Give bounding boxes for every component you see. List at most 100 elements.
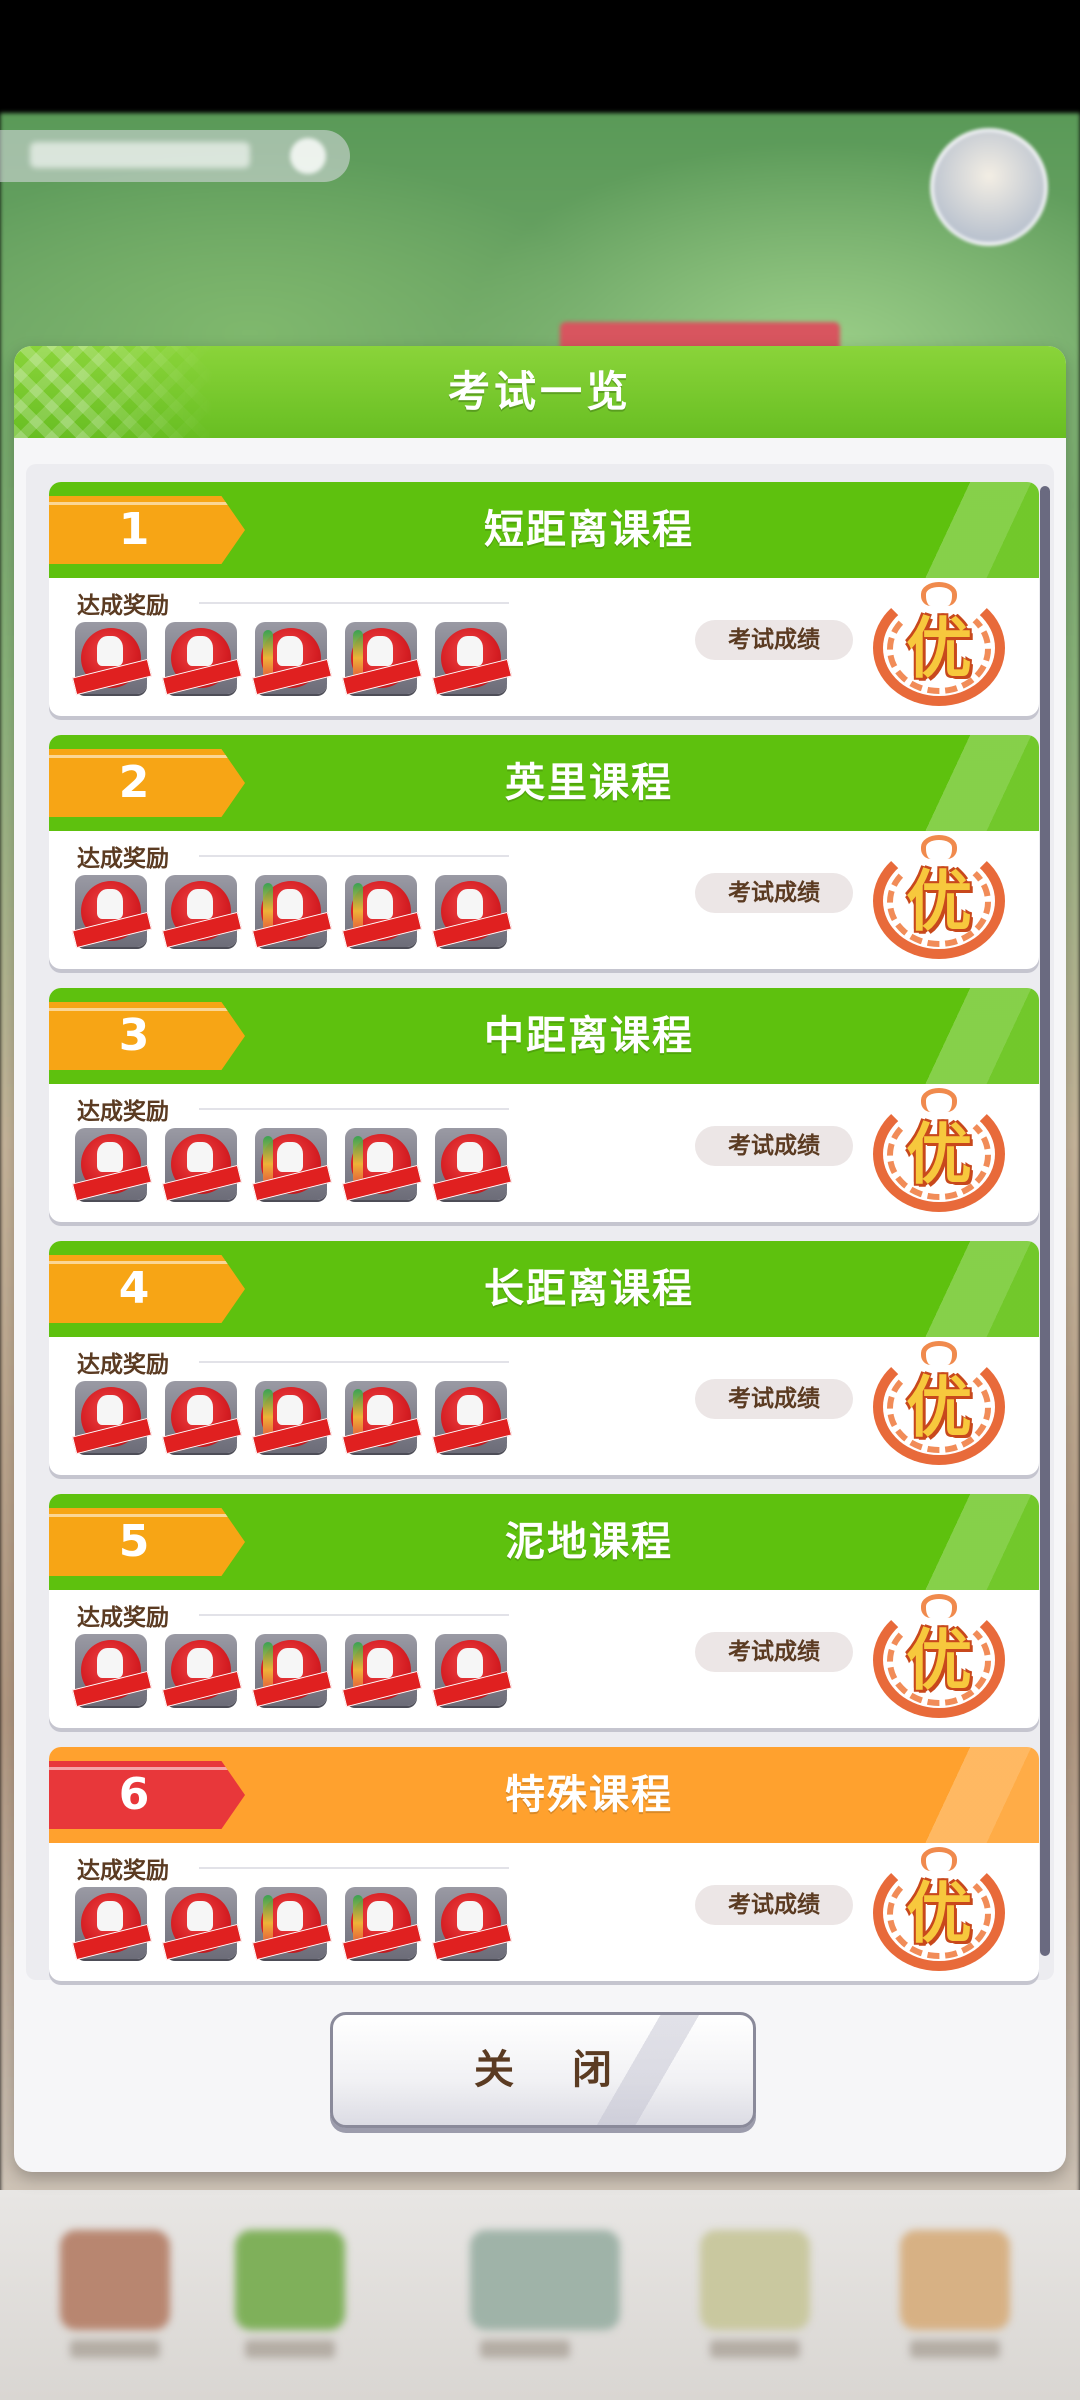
close-button[interactable]: 关 闭 xyxy=(330,2012,756,2128)
completed-shoe-badge-icon[interactable] xyxy=(431,1887,513,1961)
nav-item-2 xyxy=(225,2230,355,2370)
completed-shoe-badge-icon[interactable] xyxy=(71,1887,153,1961)
exam-list-dialog: 考试一览 1 短距离课程 达成奖励 考试成绩 优 2 英里课程 达成奖励 考试成… xyxy=(14,346,1066,2172)
completed-shoe-badge-icon[interactable] xyxy=(341,1887,423,1961)
course-card-2[interactable]: 2 英里课程 达成奖励 考试成绩 优 xyxy=(49,735,1039,969)
reward-label: 达成奖励 xyxy=(77,593,169,619)
reward-label: 达成奖励 xyxy=(77,1352,169,1378)
course-number: 2 xyxy=(118,757,150,808)
course-card-1[interactable]: 1 短距离课程 达成奖励 考试成绩 优 xyxy=(49,482,1039,716)
completed-shoe-badge-icon[interactable] xyxy=(71,622,153,696)
completed-shoe-badge-icon[interactable] xyxy=(341,1128,423,1202)
completed-shoe-badge-icon[interactable] xyxy=(431,1381,513,1455)
course-name: 泥地课程 xyxy=(505,1519,673,1565)
completed-shoe-badge-icon[interactable] xyxy=(161,1887,243,1961)
grade-mark: 优 xyxy=(906,1622,972,1699)
reward-row xyxy=(71,1128,515,1202)
completed-shoe-badge-icon[interactable] xyxy=(161,622,243,696)
completed-shoe-badge-icon[interactable] xyxy=(251,1887,333,1961)
nav-item-3 xyxy=(460,2230,620,2370)
avatar xyxy=(930,128,1048,246)
reward-label: 达成奖励 xyxy=(77,846,169,872)
completed-shoe-badge-icon[interactable] xyxy=(251,1634,333,1708)
nav-item-4 xyxy=(690,2230,820,2370)
completed-shoe-badge-icon[interactable] xyxy=(341,1381,423,1455)
completed-shoe-badge-icon[interactable] xyxy=(161,875,243,949)
reward-row xyxy=(71,622,515,696)
reward-divider xyxy=(199,1361,509,1363)
course-number: 5 xyxy=(118,1516,150,1567)
exam-score-label: 考试成绩 xyxy=(695,1632,853,1672)
exam-score-label: 考试成绩 xyxy=(695,873,853,913)
completed-shoe-badge-icon[interactable] xyxy=(71,1634,153,1708)
grade-mark: 优 xyxy=(906,1116,972,1193)
reward-label: 达成奖励 xyxy=(77,1605,169,1631)
grade-badge: 优 xyxy=(869,1341,1009,1465)
course-number: 6 xyxy=(118,1769,150,1820)
course-card-5[interactable]: 5 泥地课程 达成奖励 考试成绩 优 xyxy=(49,1494,1039,1728)
grade-badge: 优 xyxy=(869,1594,1009,1718)
completed-shoe-badge-icon[interactable] xyxy=(431,875,513,949)
list-scrollbar[interactable] xyxy=(1040,486,1050,1956)
course-name: 短距离课程 xyxy=(484,507,694,553)
course-name: 特殊课程 xyxy=(505,1772,673,1818)
completed-shoe-badge-icon[interactable] xyxy=(251,1128,333,1202)
chip-info-icon xyxy=(290,138,326,174)
exam-score-label: 考试成绩 xyxy=(695,1379,853,1419)
grade-badge: 优 xyxy=(869,835,1009,959)
completed-shoe-badge-icon[interactable] xyxy=(71,875,153,949)
completed-shoe-badge-icon[interactable] xyxy=(161,1381,243,1455)
completed-shoe-badge-icon[interactable] xyxy=(341,875,423,949)
completed-shoe-badge-icon[interactable] xyxy=(431,1634,513,1708)
grade-mark: 优 xyxy=(906,610,972,687)
grade-mark: 优 xyxy=(906,863,972,940)
grade-badge: 优 xyxy=(869,582,1009,706)
course-name: 英里课程 xyxy=(505,760,673,806)
exam-score-label: 考试成绩 xyxy=(695,1885,853,1925)
close-button-label: 关 闭 xyxy=(474,2047,634,2093)
reward-divider xyxy=(199,602,509,604)
course-number: 4 xyxy=(118,1263,150,1314)
dialog-title: 考试一览 xyxy=(447,367,632,416)
completed-shoe-badge-icon[interactable] xyxy=(341,622,423,696)
course-card-6[interactable]: 6 特殊课程 达成奖励 考试成绩 优 xyxy=(49,1747,1039,1981)
completed-shoe-badge-icon[interactable] xyxy=(251,1381,333,1455)
dialog-header: 考试一览 xyxy=(14,346,1066,438)
reward-divider xyxy=(199,1867,509,1869)
bottom-nav-blurred xyxy=(0,2190,1080,2400)
reward-divider xyxy=(199,1614,509,1616)
exam-score-label: 考试成绩 xyxy=(695,620,853,660)
chip-text-blurred xyxy=(30,142,250,168)
course-name: 中距离课程 xyxy=(484,1013,694,1059)
horseshoe-icon xyxy=(921,582,957,606)
grade-badge: 优 xyxy=(869,1088,1009,1212)
grade-mark: 优 xyxy=(906,1369,972,1446)
status-bar xyxy=(0,0,1080,113)
completed-shoe-badge-icon[interactable] xyxy=(71,1381,153,1455)
reward-label: 达成奖励 xyxy=(77,1099,169,1125)
horseshoe-icon xyxy=(921,835,957,859)
completed-shoe-badge-icon[interactable] xyxy=(251,875,333,949)
reward-row xyxy=(71,1887,515,1961)
reward-divider xyxy=(199,1108,509,1110)
course-card-4[interactable]: 4 长距离课程 达成奖励 考试成绩 优 xyxy=(49,1241,1039,1475)
course-number: 3 xyxy=(118,1010,150,1061)
completed-shoe-badge-icon[interactable] xyxy=(431,1128,513,1202)
reward-label: 达成奖励 xyxy=(77,1858,169,1884)
course-card-3[interactable]: 3 中距离课程 达成奖励 考试成绩 优 xyxy=(49,988,1039,1222)
nav-item-5 xyxy=(890,2230,1020,2370)
reward-row xyxy=(71,1634,515,1708)
reward-row xyxy=(71,1381,515,1455)
horseshoe-icon xyxy=(921,1088,957,1112)
completed-shoe-badge-icon[interactable] xyxy=(251,622,333,696)
completed-shoe-badge-icon[interactable] xyxy=(71,1128,153,1202)
completed-shoe-badge-icon[interactable] xyxy=(341,1634,423,1708)
horseshoe-icon xyxy=(921,1341,957,1365)
exam-score-label: 考试成绩 xyxy=(695,1126,853,1166)
nav-item-1 xyxy=(50,2230,180,2370)
completed-shoe-badge-icon[interactable] xyxy=(161,1128,243,1202)
course-name: 长距离课程 xyxy=(484,1266,694,1312)
completed-shoe-badge-icon[interactable] xyxy=(161,1634,243,1708)
completed-shoe-badge-icon[interactable] xyxy=(431,622,513,696)
course-number: 1 xyxy=(118,504,150,555)
